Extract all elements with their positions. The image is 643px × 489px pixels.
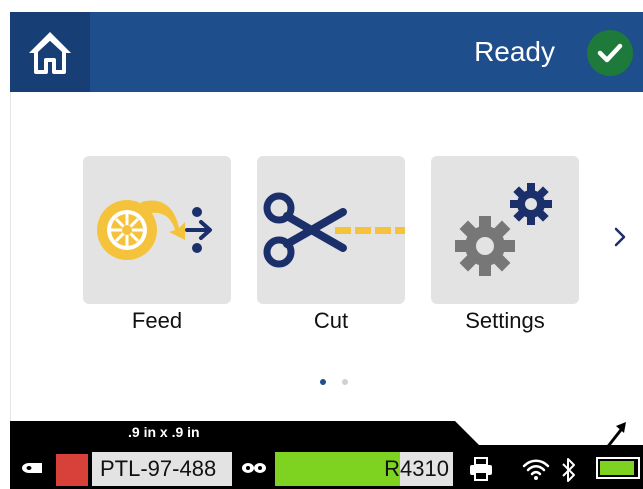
settings-button[interactable] <box>431 156 579 304</box>
label-part-text: PTL-97-488 <box>100 456 217 481</box>
wifi-icon[interactable] <box>522 456 550 482</box>
home-button[interactable] <box>10 12 90 92</box>
cut-button[interactable] <box>257 156 405 304</box>
printer-status-text: Ready <box>474 36 555 67</box>
feed-label: Feed <box>131 308 183 333</box>
label-size-text: .9 in x .9 in <box>128 424 200 440</box>
left-edge <box>0 92 11 422</box>
page-indicator-active <box>320 379 326 385</box>
ribbon-part-text: R4310 <box>384 456 449 481</box>
battery-icon <box>596 457 640 479</box>
scissors-icon <box>263 192 405 268</box>
cut-label: Cut <box>313 308 349 333</box>
gears-icon <box>455 183 552 276</box>
feed-button[interactable] <box>83 156 231 304</box>
printer-icon[interactable] <box>468 456 494 482</box>
label-color-swatch <box>56 454 88 486</box>
settings-label: Settings <box>465 308 545 333</box>
corner-arrow-icon <box>600 422 626 455</box>
battery-level <box>600 461 634 475</box>
bluetooth-icon[interactable] <box>560 456 578 484</box>
check-circle-icon <box>587 30 633 76</box>
ribbon-part-field[interactable]: R4310 <box>275 452 453 486</box>
status-bar-notch <box>455 421 479 445</box>
ribbon-roll-icon <box>242 463 266 473</box>
feed-icon <box>97 200 212 260</box>
home-icon <box>29 32 71 74</box>
top-strip <box>0 0 643 12</box>
page-indicator-inactive <box>342 379 348 385</box>
ribbon-level-bar <box>275 452 400 486</box>
label-roll-icon <box>22 463 42 473</box>
next-page-button[interactable] <box>608 222 632 252</box>
chevron-right-icon <box>614 227 626 247</box>
label-part-field[interactable]: PTL-97-488 <box>92 452 232 486</box>
